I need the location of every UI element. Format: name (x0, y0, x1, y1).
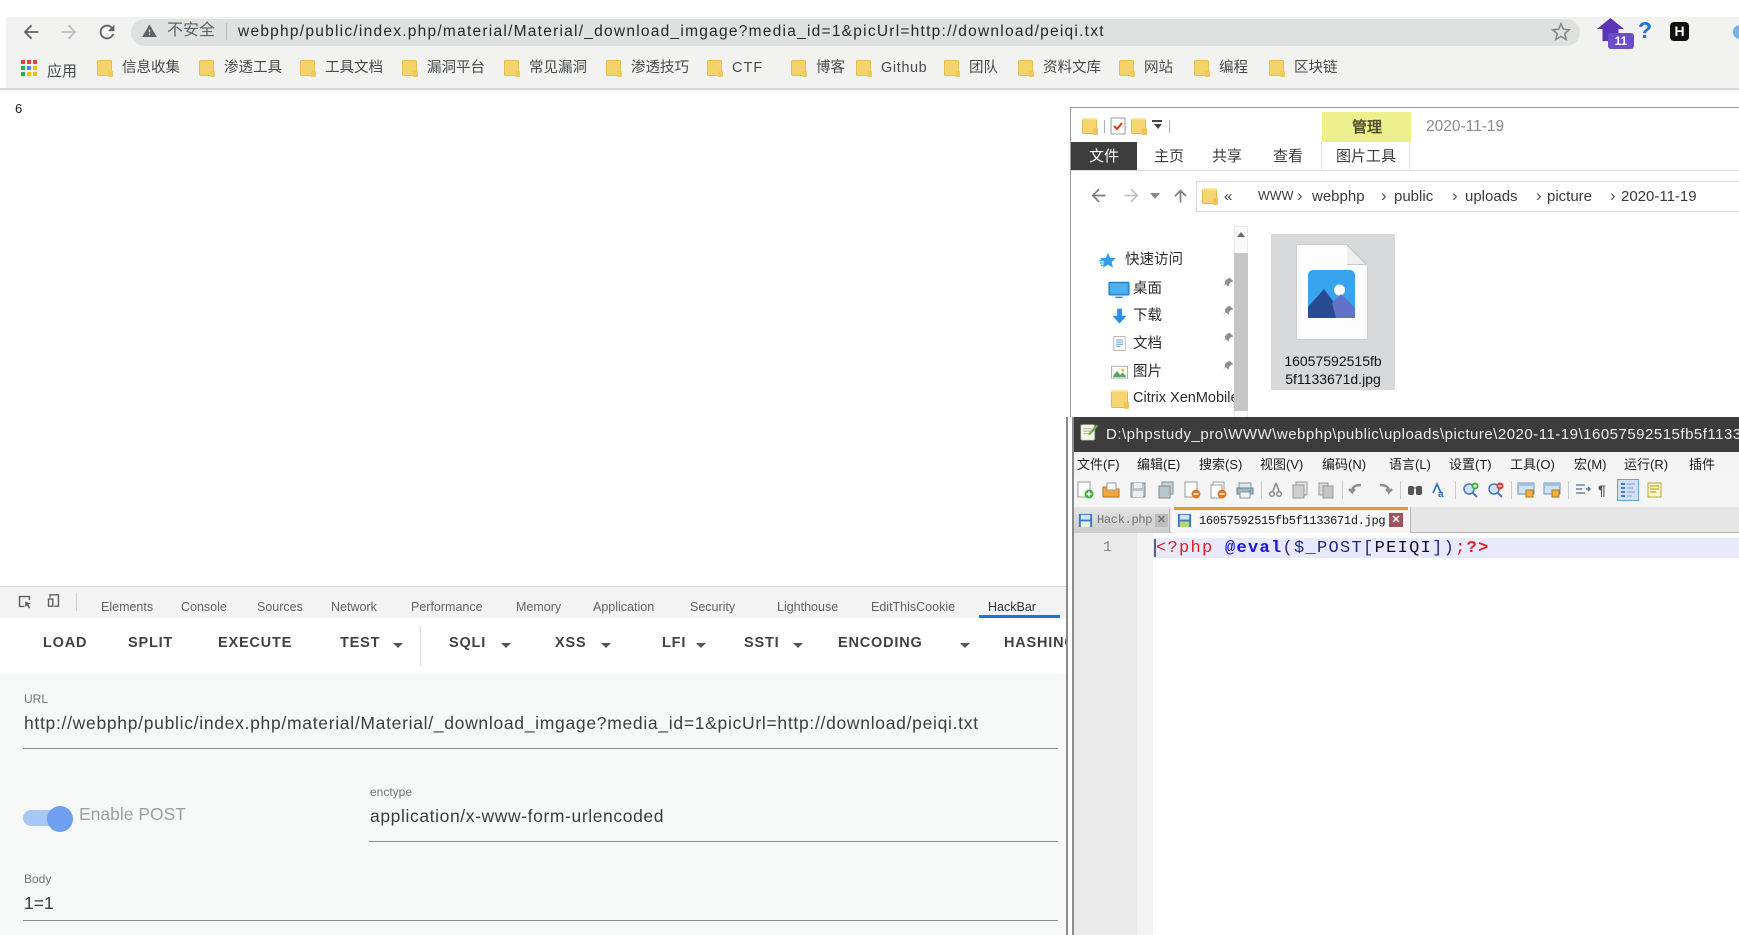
svg-text:¶: ¶ (1598, 482, 1606, 498)
svg-text:a: a (1438, 489, 1444, 499)
